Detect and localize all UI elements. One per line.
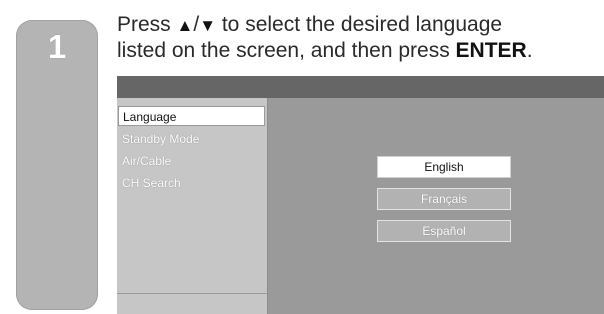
instruction-suffix: to select the desired language [216, 13, 503, 36]
step-tab: 1 [16, 20, 98, 310]
down-arrow-icon: ▼ [199, 16, 217, 35]
instruction-line-2-text: listed on the screen, and then press [117, 39, 456, 62]
language-option-francais[interactable]: Français [377, 188, 511, 210]
instruction-prefix: Press [117, 13, 177, 36]
menu-divider [117, 293, 267, 294]
menu-item-standby-mode[interactable]: Standby Mode [118, 129, 265, 149]
enter-key-label: ENTER [455, 39, 527, 62]
setup-menu-panel: Language Standby Mode Air/Cable CH Searc… [117, 98, 268, 314]
instruction-period: . [526, 39, 533, 62]
screen-header-bar [117, 76, 604, 98]
language-option-espanol[interactable]: Español [377, 220, 511, 242]
step-number: 1 [47, 28, 67, 65]
menu-item-ch-search[interactable]: CH Search [118, 173, 265, 193]
menu-item-air-cable[interactable]: Air/Cable [118, 151, 265, 171]
instruction-line-1: Press ▲/▼ to select the desired language [117, 12, 603, 38]
manual-page: 1 Press ▲/▼ to select the desired langua… [0, 0, 604, 314]
up-arrow-icon: ▲ [176, 16, 194, 35]
menu-item-language[interactable]: Language [118, 106, 265, 126]
instruction-line-2: listed on the screen, and then press ENT… [117, 38, 603, 63]
instruction-text: Press ▲/▼ to select the desired language… [117, 12, 603, 63]
language-option-english[interactable]: English [377, 156, 511, 178]
tv-menu-screen: Language Standby Mode Air/Cable CH Searc… [117, 76, 604, 314]
